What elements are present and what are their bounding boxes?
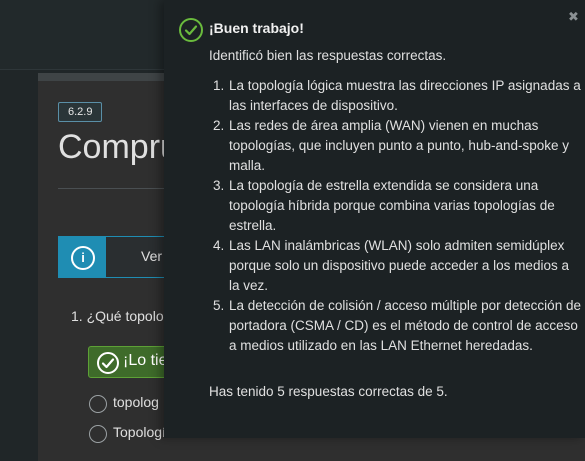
answer-item: La topología lógica muestra las direccio… xyxy=(228,76,583,116)
option-radio[interactable] xyxy=(89,395,107,413)
answer-item: Las redes de área amplia (WAN) vienen en… xyxy=(228,116,583,176)
option-radio[interactable] xyxy=(89,425,107,443)
check-circle-icon xyxy=(97,352,119,374)
correct-answers-list: La topología lógica muestra las direccio… xyxy=(209,76,583,356)
option-label: topolog xyxy=(113,394,159,410)
info-icon-tile: i xyxy=(59,237,106,277)
answer-item: La topología de estrella extendida se co… xyxy=(228,176,583,236)
popup-intro: Identificó bien las respuestas correctas… xyxy=(209,48,447,63)
popup-title: ¡Buen trabajo! xyxy=(209,20,304,36)
answer-item: La detección de colisión / acceso múltip… xyxy=(228,296,583,356)
feedback-popup: ✖ ¡Buen trabajo! Identificó bien las res… xyxy=(164,0,585,438)
check-circle-icon xyxy=(179,18,203,42)
answer-item: Las LAN inalámbricas (WLAN) solo admiten… xyxy=(228,236,583,296)
close-icon[interactable]: ✖ xyxy=(568,9,579,25)
score-summary: Has tenido 5 respuestas correctas de 5. xyxy=(209,384,448,399)
version-badge: 6.2.9 xyxy=(58,102,103,122)
feedback-tag-label: ¡Lo tie xyxy=(123,352,168,369)
info-icon: i xyxy=(71,246,95,270)
instructions-text: Ver xyxy=(141,248,163,264)
question-text: 1. ¿Qué topolo xyxy=(71,308,164,324)
